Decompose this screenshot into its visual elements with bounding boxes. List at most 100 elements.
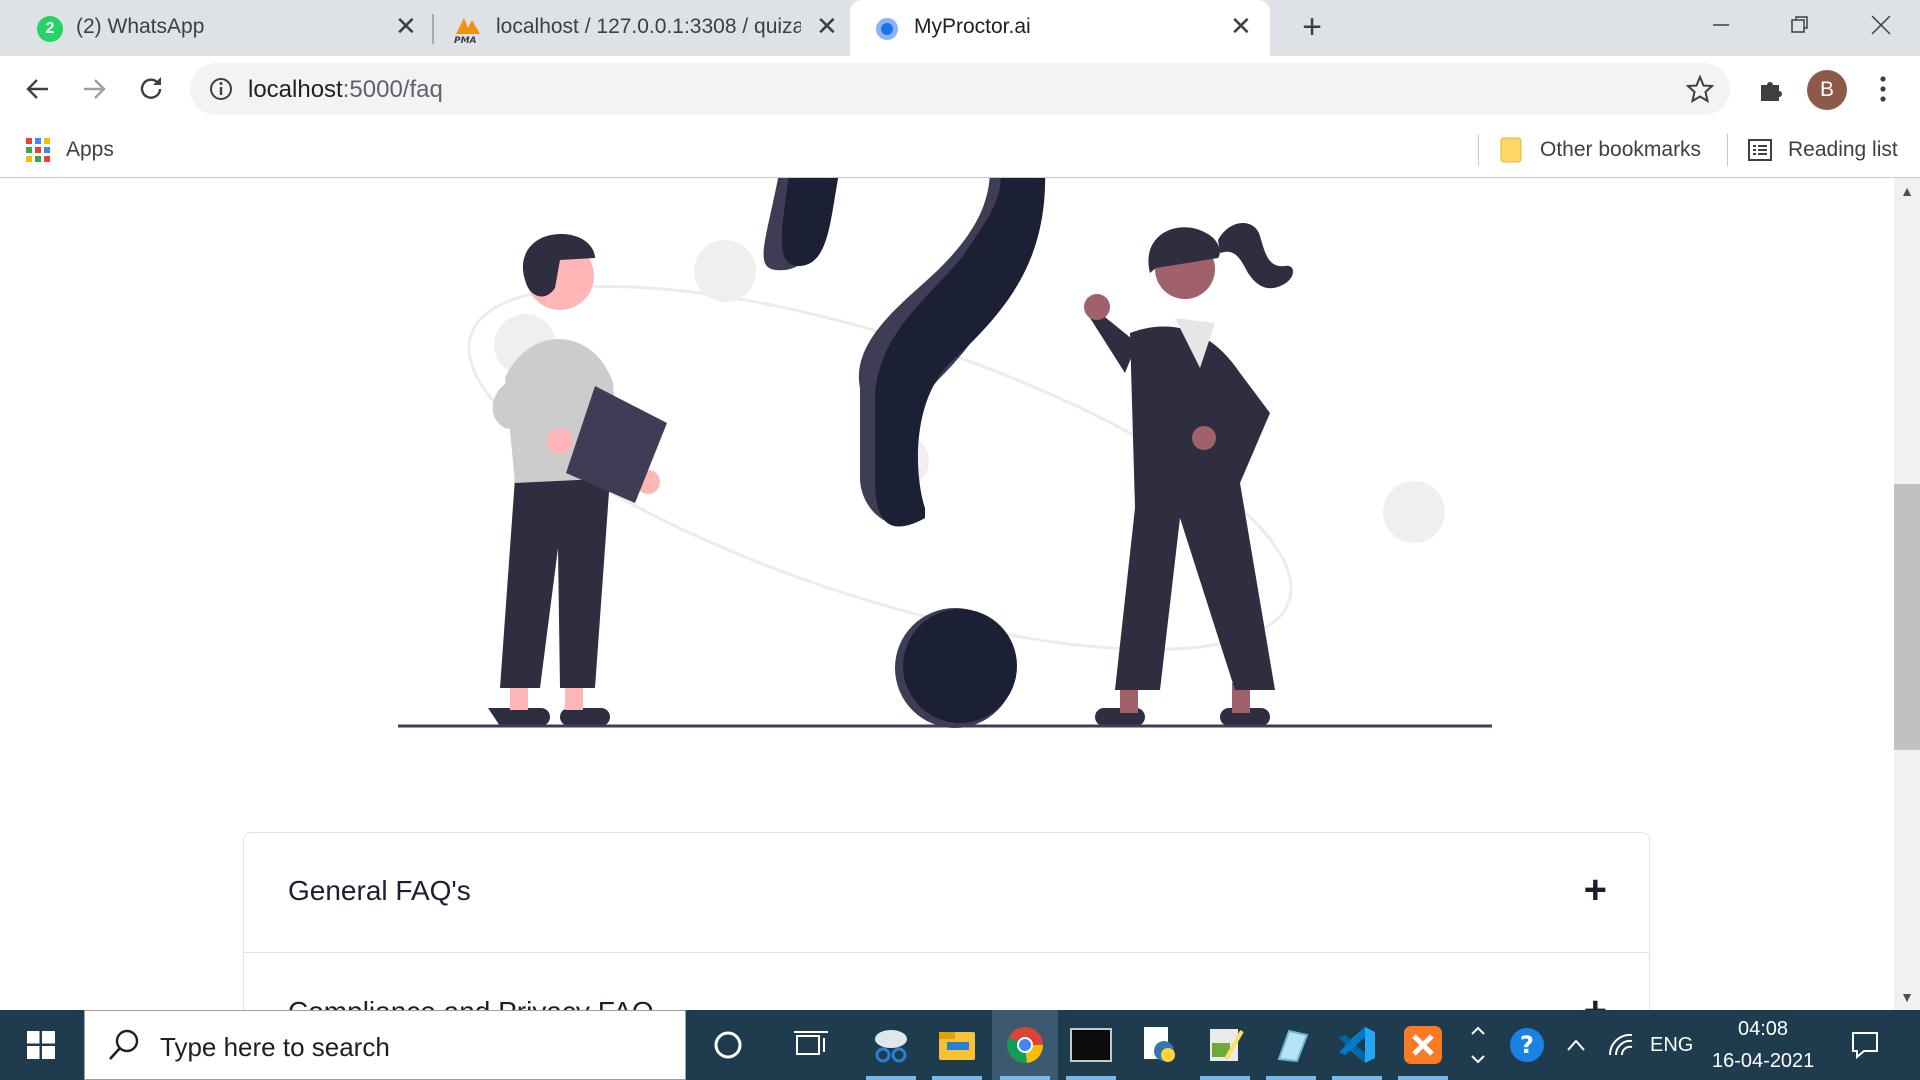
whatsapp-badge: 2 [45,20,55,37]
search-placeholder: Type here to search [160,1032,390,1062]
chevron-updown-icon [1471,1026,1485,1064]
language-indicator[interactable]: ENG [1650,1034,1693,1057]
taskbar-app-chrome[interactable] [992,1010,1058,1080]
running-indicator [1000,1076,1050,1080]
taskbar-app-vscode[interactable] [1324,1010,1390,1080]
profile-avatar[interactable]: B [1807,70,1847,110]
taskbar-app-terminal[interactable] [1058,1010,1124,1080]
taskbar-app-notepad[interactable] [1192,1010,1258,1080]
running-indicator [1066,1076,1116,1080]
cortana-button[interactable] [695,1010,761,1080]
taskbar-scroll-arrows[interactable] [1462,1010,1494,1080]
notepad-icon [1210,1029,1244,1061]
page-viewport: General FAQ's + Compliance and Privacy F… [0,178,1894,1010]
close-tab-icon[interactable]: ✕ [816,13,838,39]
expand-plus-icon[interactable]: + [1584,870,1607,910]
running-indicator [866,1076,916,1080]
tray-overflow-chevron[interactable] [1556,1010,1596,1080]
url-path: :5000/faq [342,76,443,103]
new-tab-button[interactable]: + [1294,10,1330,46]
minimize-icon [1713,24,1729,26]
forward-button[interactable] [73,68,115,110]
faq-section-title: Compliance and Privacy FAQ [288,996,654,1010]
faq-section-general[interactable]: General FAQ's + [244,833,1649,953]
running-indicator [1332,1076,1382,1080]
phpmyadmin-icon: PMA [452,14,484,46]
chevron-up-icon [1567,1039,1585,1051]
windows-taskbar: Type here to search ? ENG 04:08 16-04-20… [0,1010,1920,1080]
restore-button[interactable] [1762,0,1838,50]
bookmarks-bar: Apps Other bookmarks Reading list [0,122,1920,178]
tab-title: MyProctor.ai [914,15,1031,38]
tab-phpmyadmin[interactable]: PMA localhost / 127.0.0.1:3308 / quiza ✕ [440,0,840,56]
decor-circle [1383,481,1445,543]
help-question-icon: ? [1510,1028,1544,1062]
puzzle-icon [1761,82,1782,101]
back-arrow-icon [26,79,48,99]
scroll-thumb[interactable] [1894,484,1920,750]
file-explorer-icon [939,1032,975,1060]
reading-list[interactable]: Reading list [1748,122,1898,178]
tab-separator [432,14,434,44]
running-indicator [932,1076,982,1080]
vscode-icon [1339,1027,1375,1063]
close-window-button[interactable] [1843,0,1919,50]
bookmark-star-icon [1686,75,1714,103]
tab-title: (2) WhatsApp [76,15,205,38]
faq-accordion: General FAQ's + Compliance and Privacy F… [243,832,1650,1010]
page-scrollbar[interactable]: ▲ ▼ [1894,178,1920,1010]
taskbar-app-explorer[interactable] [924,1010,990,1080]
other-bookmarks[interactable]: Other bookmarks [1500,122,1701,178]
reading-list-label: Reading list [1788,138,1898,161]
clock-time[interactable]: 04:08 [1738,1018,1788,1041]
bookmark-separator [1727,134,1728,166]
url-host: localhost [248,76,343,103]
taskbar-search-box[interactable]: Type here to search [84,1010,686,1080]
other-bookmarks-label: Other bookmarks [1540,138,1702,161]
scroll-down-arrow-icon[interactable]: ▼ [1894,984,1920,1010]
whatsapp-icon: 2 [37,16,63,42]
chrome-page-icon [876,18,898,40]
taskbar-app-snipping[interactable] [858,1010,924,1080]
address-bar[interactable]: localhost:5000/faq [190,63,1730,115]
back-button[interactable] [17,68,59,110]
taskbar-app-xampp[interactable] [1390,1010,1456,1080]
url-text[interactable]: localhost:5000/faq [248,76,443,104]
extensions-button[interactable] [1750,68,1792,110]
decor-circle [694,240,756,302]
tray-wifi-icon[interactable] [1598,1010,1642,1080]
expand-plus-icon[interactable]: + [1584,991,1607,1010]
faq-section-compliance[interactable]: Compliance and Privacy FAQ + [244,954,1649,1010]
apps-shortcut[interactable]: Apps [26,122,114,178]
taskbar-app-python-editor[interactable] [1126,1010,1192,1080]
eraser-app-icon [1277,1029,1309,1063]
apps-grid-icon [26,138,50,162]
action-center-button[interactable] [1832,1010,1898,1080]
menu-button[interactable] [1862,68,1904,110]
terminal-icon [1070,1028,1112,1062]
xampp-icon [1404,1026,1442,1064]
tab-myproctor[interactable]: MyProctor.ai ✕ [850,0,1270,56]
start-button[interactable] [8,1010,74,1080]
tab-title: localhost / 127.0.0.1:3308 / quiza [496,15,801,38]
tab-whatsapp[interactable]: 2 (2) WhatsApp ✕ [22,0,422,56]
task-view-icon [794,1031,828,1055]
chrome-icon [1007,1027,1044,1063]
python-file-icon [1144,1027,1175,1062]
running-indicator [1200,1076,1250,1080]
svg-text:?: ? [1520,1031,1534,1059]
close-tab-icon[interactable]: ✕ [1230,13,1252,39]
close-tab-icon[interactable]: ✕ [395,13,417,39]
reload-button[interactable] [130,68,172,110]
minimize-button[interactable] [1683,0,1759,50]
taskbar-app-sticky[interactable] [1258,1010,1324,1080]
clock-date[interactable]: 16-04-2021 [1712,1050,1814,1073]
task-view-button[interactable] [778,1010,844,1080]
scroll-up-arrow-icon[interactable]: ▲ [1894,178,1920,204]
pma-favicon-text: PMA [454,36,477,44]
apps-label: Apps [66,138,114,161]
running-indicator [1266,1076,1316,1080]
wifi-icon [1608,1033,1633,1056]
tray-help-icon[interactable]: ? [1494,1010,1560,1080]
question-mark [763,178,1046,728]
